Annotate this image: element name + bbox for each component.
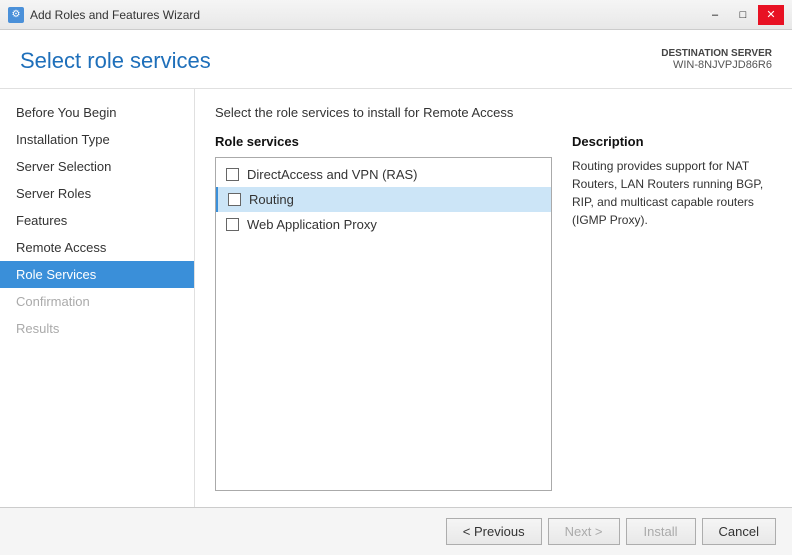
close-button[interactable]: ✕ bbox=[758, 5, 784, 25]
description-section: Description Routing provides support for… bbox=[572, 134, 772, 491]
sidebar-item-remote-access[interactable]: Remote Access bbox=[0, 234, 194, 261]
header: Select role services DESTINATION SERVER … bbox=[0, 30, 792, 89]
service-label-routing: Routing bbox=[249, 192, 294, 207]
sidebar-item-server-roles[interactable]: Server Roles bbox=[0, 180, 194, 207]
main-window: Select role services DESTINATION SERVER … bbox=[0, 30, 792, 555]
checkbox-routing[interactable] bbox=[228, 193, 241, 206]
sidebar-item-confirmation: Confirmation bbox=[0, 288, 194, 315]
checkbox-directaccess[interactable] bbox=[226, 168, 239, 181]
destination-server: DESTINATION SERVER WIN-8NJVPJD86R6 bbox=[661, 48, 772, 71]
destination-label: DESTINATION SERVER bbox=[661, 48, 772, 59]
app-icon: ⚙ bbox=[8, 7, 24, 23]
service-item-directaccess[interactable]: DirectAccess and VPN (RAS) bbox=[216, 162, 551, 187]
role-services-box: DirectAccess and VPN (RAS) Routing Web A… bbox=[215, 157, 552, 491]
service-item-web-app-proxy[interactable]: Web Application Proxy bbox=[216, 212, 551, 237]
page-title: Select role services bbox=[20, 48, 211, 74]
main-panel: Select the role services to install for … bbox=[195, 89, 792, 507]
role-services-header: Role services bbox=[215, 134, 552, 149]
content-area: Before You Begin Installation Type Serve… bbox=[0, 89, 792, 507]
sidebar: Before You Begin Installation Type Serve… bbox=[0, 89, 195, 507]
service-label-directaccess: DirectAccess and VPN (RAS) bbox=[247, 167, 418, 182]
maximize-button[interactable]: □ bbox=[730, 5, 756, 25]
destination-value: WIN-8NJVPJD86R6 bbox=[661, 59, 772, 71]
install-button[interactable]: Install bbox=[626, 518, 696, 545]
two-column-layout: Role services DirectAccess and VPN (RAS)… bbox=[215, 134, 772, 491]
description-header: Description bbox=[572, 134, 772, 149]
description-text: Routing provides support for NAT Routers… bbox=[572, 157, 772, 229]
next-button[interactable]: Next > bbox=[548, 518, 620, 545]
title-bar-controls: – □ ✕ bbox=[702, 5, 784, 25]
sidebar-item-results: Results bbox=[0, 315, 194, 342]
sidebar-item-role-services[interactable]: Role Services bbox=[0, 261, 194, 288]
sidebar-item-before-you-begin[interactable]: Before You Begin bbox=[0, 99, 194, 126]
checkbox-web-app-proxy[interactable] bbox=[226, 218, 239, 231]
sidebar-item-installation-type[interactable]: Installation Type bbox=[0, 126, 194, 153]
cancel-button[interactable]: Cancel bbox=[702, 518, 776, 545]
title-bar-text: Add Roles and Features Wizard bbox=[30, 8, 200, 22]
service-label-web-app-proxy: Web Application Proxy bbox=[247, 217, 377, 232]
title-bar: ⚙ Add Roles and Features Wizard – □ ✕ bbox=[0, 0, 792, 30]
sidebar-item-server-selection[interactable]: Server Selection bbox=[0, 153, 194, 180]
role-services-section: Role services DirectAccess and VPN (RAS)… bbox=[215, 134, 552, 491]
footer: < Previous Next > Install Cancel bbox=[0, 507, 792, 555]
instruction-text: Select the role services to install for … bbox=[215, 105, 772, 120]
sidebar-item-features[interactable]: Features bbox=[0, 207, 194, 234]
minimize-button[interactable]: – bbox=[702, 5, 728, 25]
previous-button[interactable]: < Previous bbox=[446, 518, 542, 545]
service-item-routing[interactable]: Routing bbox=[216, 187, 551, 212]
title-bar-left: ⚙ Add Roles and Features Wizard bbox=[8, 7, 200, 23]
